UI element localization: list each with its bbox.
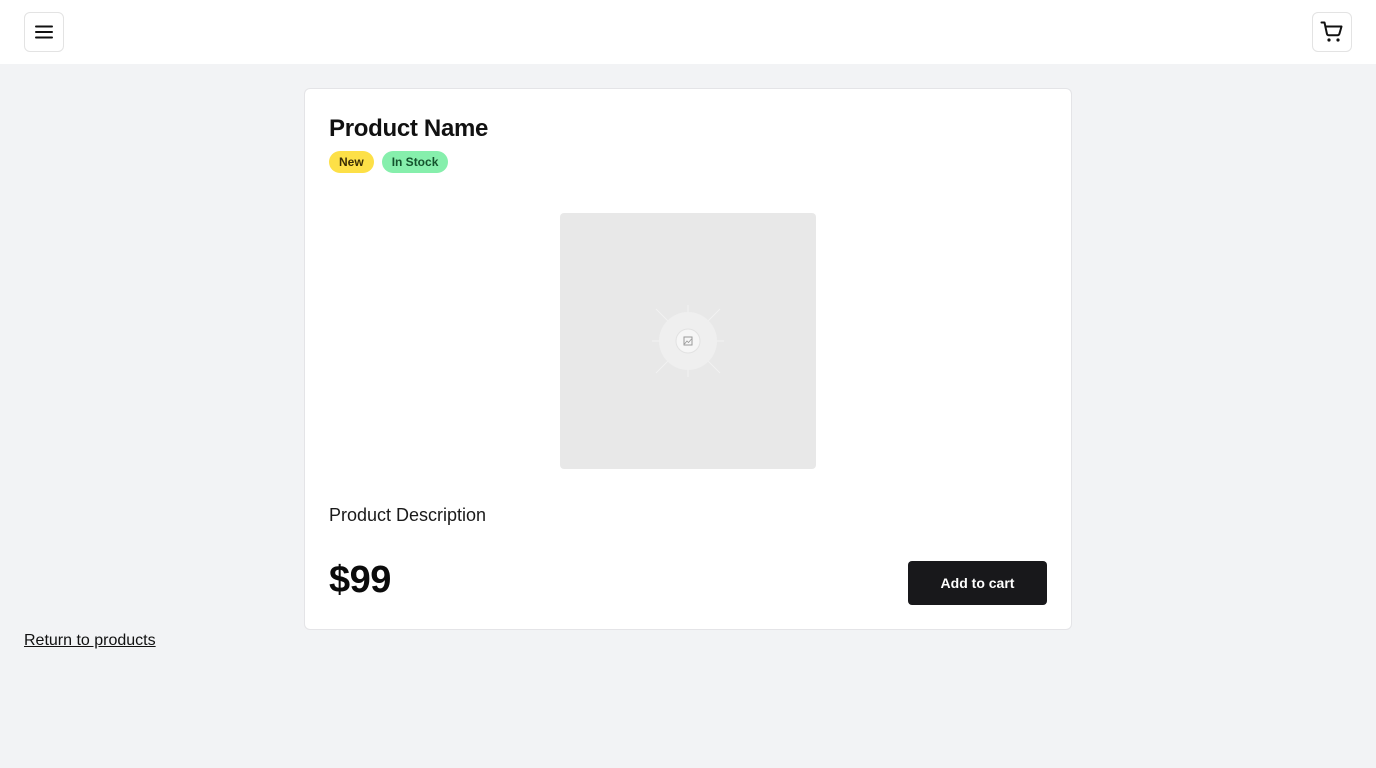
product-title: Product Name	[329, 115, 489, 142]
return-to-products-link[interactable]: Return to products	[24, 632, 156, 650]
badge-list: New In Stock	[329, 151, 449, 173]
product-price: $99	[329, 559, 391, 601]
add-to-cart-button[interactable]: Add to cart	[908, 561, 1047, 605]
top-navigation-bar	[0, 0, 1376, 64]
shopping-cart-icon	[1320, 21, 1343, 42]
cart-button[interactable]	[1312, 12, 1352, 52]
product-description: Product Description	[329, 505, 487, 525]
menu-button[interactable]	[24, 12, 64, 52]
menu-icon	[35, 25, 53, 39]
in-stock-badge: In Stock	[381, 151, 449, 173]
new-badge: New	[329, 151, 374, 173]
image-placeholder-icon	[652, 305, 724, 377]
product-card: Product Name New In Stock Product Descri…	[304, 88, 1072, 630]
product-image	[560, 213, 816, 469]
